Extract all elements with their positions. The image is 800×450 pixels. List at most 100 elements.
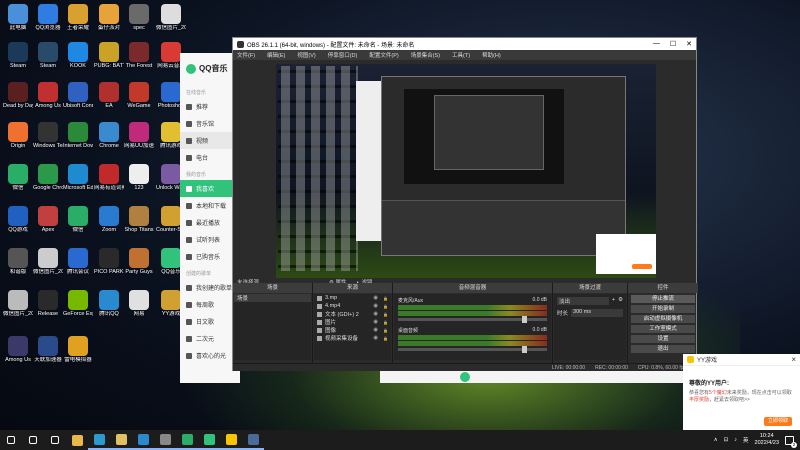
lock-icon[interactable]: 🔒	[383, 312, 388, 317]
maximize-icon[interactable]: ☐	[670, 40, 676, 48]
desktop-icon[interactable]: 网易UU加速器	[124, 122, 154, 150]
desktop-icon[interactable]: 腾讯QQ	[94, 290, 124, 318]
desktop-icon[interactable]: spec	[124, 4, 154, 32]
desktop-icon[interactable]: Microsoft Edge	[63, 164, 93, 192]
chevron-up-icon[interactable]: ∧	[714, 437, 718, 443]
play-icon[interactable]	[460, 372, 470, 382]
desktop-icon[interactable]: KOOK	[63, 42, 93, 70]
desktop-icon[interactable]: 网易	[124, 290, 154, 318]
claim-button[interactable]: 立即领取	[764, 417, 792, 426]
desktop-icon[interactable]: Among Us	[3, 336, 33, 364]
eye-icon[interactable]: ◉	[373, 319, 378, 325]
nav-item[interactable]: 推荐	[180, 98, 240, 115]
source-item[interactable]: 图像 ◉ 🔒	[314, 326, 391, 334]
source-item[interactable]: 图片 ◉ 🔒	[314, 318, 391, 326]
desktop-icon[interactable]: 此电脑	[3, 4, 33, 32]
duration-input[interactable]: 300 ms	[571, 309, 623, 317]
nav-item[interactable]: 二次元	[180, 330, 240, 347]
volume-slider[interactable]	[398, 346, 547, 353]
desktop-icon[interactable]: 123	[124, 164, 154, 192]
lock-icon[interactable]: 🔒	[383, 328, 388, 333]
control-button[interactable]: 开始录制	[631, 305, 695, 313]
minimize-icon[interactable]: —	[653, 40, 660, 48]
close-icon[interactable]: ✕	[686, 40, 692, 48]
nav-item[interactable]: 日文歌	[180, 313, 240, 330]
menu-item[interactable]: 文件(F)	[237, 51, 255, 59]
steam-icon[interactable]	[242, 430, 264, 450]
nav-item[interactable]: 电台	[180, 149, 240, 166]
desktop-icon[interactable]: 网易有道词典	[94, 164, 124, 192]
desktop-icon[interactable]: Release	[33, 290, 63, 318]
desktop-icon[interactable]: Steam	[33, 42, 63, 70]
desktop-icon[interactable]: Among Us	[33, 82, 63, 110]
eye-icon[interactable]: ◉	[373, 327, 378, 333]
lock-icon[interactable]: 🔒	[383, 320, 388, 325]
lock-icon[interactable]: 🔒	[383, 296, 388, 301]
desktop-icon[interactable]: 蛋仔派对	[94, 4, 124, 32]
qq-music-icon[interactable]	[198, 430, 220, 450]
desktop-icon[interactable]: Zoom	[94, 206, 124, 234]
volume-slider-knob[interactable]	[522, 316, 527, 323]
nav-item[interactable]: 视频	[180, 132, 240, 149]
yy-icon[interactable]	[220, 430, 242, 450]
clock[interactable]: 10:24 2022/4/23	[755, 433, 779, 447]
control-button[interactable]: 停止推流	[631, 295, 695, 303]
menu-item[interactable]: 视图(V)	[297, 51, 315, 59]
desktop-icon[interactable]: WeGame	[124, 82, 154, 110]
nav-item[interactable]: 本地和下载	[180, 197, 240, 214]
desktop-icon[interactable]: 微信	[3, 164, 33, 192]
nav-item[interactable]: 我创建的歌单	[180, 279, 240, 296]
menu-item[interactable]: 帮助(H)	[482, 51, 501, 59]
desktop-icon[interactable]: The Forest	[124, 42, 154, 70]
desktop-icon[interactable]: QQ游戏	[3, 206, 33, 234]
obs-icon[interactable]	[154, 430, 176, 450]
desktop-icon[interactable]: Apex	[33, 206, 63, 234]
start-icon[interactable]	[0, 430, 22, 450]
nav-item[interactable]: 每周歌	[180, 296, 240, 313]
network-icon[interactable]: ⊡	[724, 437, 729, 443]
desktop-icon[interactable]: 雷电模拟器	[63, 336, 93, 364]
desktop-icon[interactable]: Ubisoft Connect	[63, 82, 93, 110]
add-icon[interactable]: +	[612, 297, 615, 305]
folder-icon[interactable]	[110, 430, 132, 450]
desktop-icon[interactable]: 微信图片_2018101...	[3, 290, 33, 318]
desktop-icon[interactable]: QQ浏览器	[33, 4, 63, 32]
edge-icon[interactable]	[88, 430, 110, 450]
desktop-icon[interactable]: Steam	[3, 42, 33, 70]
eye-icon[interactable]: ◉	[373, 295, 378, 301]
obs-preview[interactable]	[276, 64, 656, 278]
nav-item[interactable]: 音乐馆	[180, 115, 240, 132]
desktop-icon[interactable]: 腾讯会议	[63, 248, 93, 276]
desktop-icon[interactable]: 微信	[63, 206, 93, 234]
control-button[interactable]: 设置	[631, 335, 695, 343]
control-button[interactable]: 启动虚拟摄像机	[631, 315, 695, 323]
eye-icon[interactable]: ◉	[373, 311, 378, 317]
file-explorer-icon[interactable]	[66, 430, 88, 450]
desktop-icon[interactable]: 微信图片_2020101...	[33, 248, 63, 276]
source-item[interactable]: 4.mp4 ◉ 🔒	[314, 302, 391, 310]
source-item[interactable]: 文本 (GDI+) 2 ◉ 🔒	[314, 310, 391, 318]
nav-item[interactable]: 试听列表	[180, 231, 240, 248]
desktop-icon[interactable]: PICO PARK 2020	[94, 248, 124, 276]
msg-end[interactable]: ，赶紧去领取吧>>	[709, 397, 750, 403]
transition-select[interactable]: 淡出	[557, 297, 609, 305]
desktop-icon[interactable]: Google Chrome	[33, 164, 63, 192]
desktop-icon[interactable]: 和谐版	[3, 248, 33, 276]
volume-slider[interactable]	[398, 316, 547, 323]
lock-icon[interactable]: 🔒	[383, 336, 388, 341]
desktop-icon[interactable]: GeForce Experience	[63, 290, 93, 318]
desktop-icon[interactable]: 天联加速器	[33, 336, 63, 364]
desktop-icon[interactable]: Shop Titans	[124, 206, 154, 234]
gear-icon[interactable]: ⚙	[618, 297, 623, 305]
wechat-icon[interactable]	[176, 430, 198, 450]
notification-icon[interactable]: 2	[785, 435, 797, 448]
menu-item[interactable]: 编辑(E)	[267, 51, 285, 59]
source-item[interactable]: 3.mp ◉ 🔒	[314, 294, 391, 302]
desktop-icon[interactable]: Origin	[3, 122, 33, 150]
desktop-icon[interactable]: Party Guys	[124, 248, 154, 276]
desktop-icon[interactable]: Dead by Daylight	[3, 82, 33, 110]
ime-icon[interactable]: 英	[743, 436, 749, 444]
control-button[interactable]: 退出	[631, 345, 695, 353]
control-button[interactable]: 工作室模式	[631, 325, 695, 333]
close-icon[interactable]: ×	[791, 355, 796, 364]
